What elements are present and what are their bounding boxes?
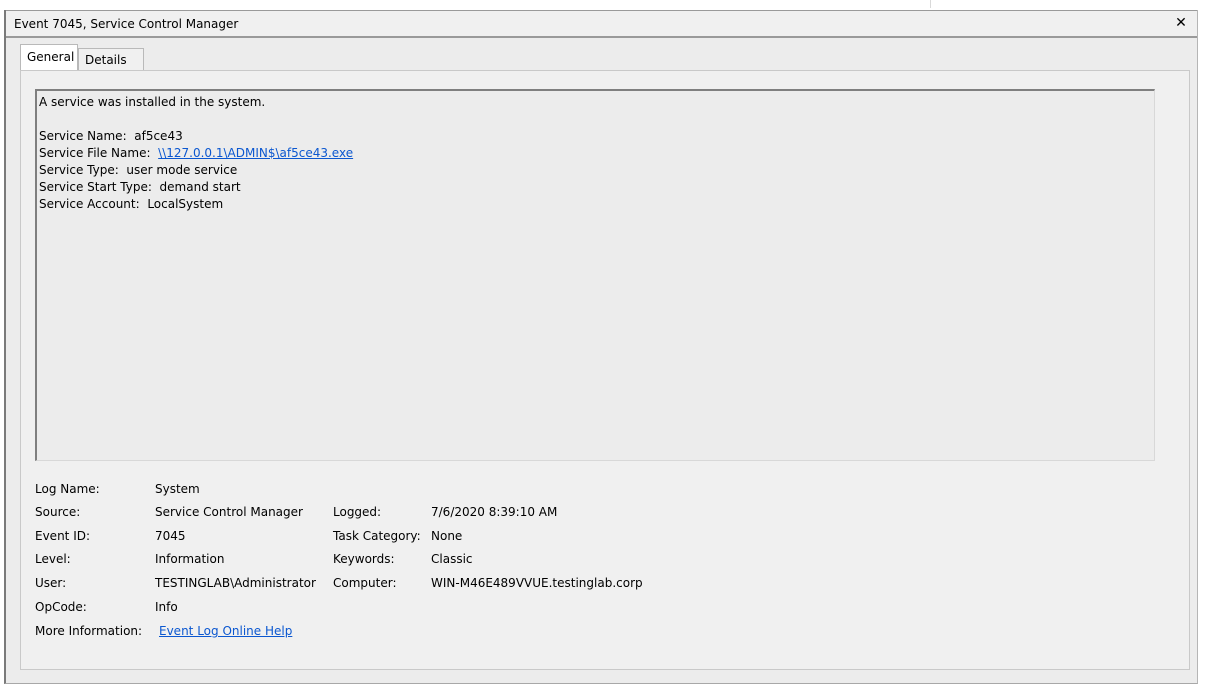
user-value: TESTINGLAB\Administrator	[155, 576, 316, 590]
event-id-value: 7045	[155, 529, 186, 543]
event-properties-window: Event 7045, Service Control Manager ✕ Ge…	[4, 10, 1198, 684]
tab-details[interactable]: Details	[78, 48, 144, 70]
top-strip	[0, 0, 1210, 10]
computer-value: WIN-M46E489VVUE.testinglab.corp	[431, 576, 643, 590]
service-type-label: Service Type:	[39, 163, 119, 177]
event-description-box[interactable]: A service was installed in the system. S…	[35, 89, 1155, 461]
event-id-label: Event ID:	[35, 529, 91, 543]
window-title: Event 7045, Service Control Manager	[14, 17, 239, 31]
logged-value: 7/6/2020 8:39:10 AM	[431, 505, 558, 519]
service-account-line: Service Account: LocalSystem	[39, 196, 1152, 213]
service-type-line: Service Type: user mode service	[39, 162, 1152, 179]
service-start-type-line: Service Start Type: demand start	[39, 179, 1152, 196]
level-label: Level:	[35, 552, 71, 566]
service-file-name-label: Service File Name:	[39, 146, 151, 160]
keywords-label: Keywords:	[333, 552, 395, 566]
opcode-label: OpCode:	[35, 600, 87, 614]
event-log-online-help-link[interactable]: Event Log Online Help	[159, 621, 292, 641]
task-category-value: None	[431, 529, 463, 543]
service-file-name-link[interactable]: \\127.0.0.1\ADMIN$\af5ce43.exe	[158, 146, 353, 160]
description-summary: A service was installed in the system.	[39, 95, 266, 109]
service-name-label: Service Name:	[39, 129, 127, 143]
user-label: User:	[35, 576, 67, 590]
service-account-label: Service Account:	[39, 197, 140, 211]
source-value: Service Control Manager	[155, 505, 303, 519]
computer-label: Computer:	[333, 576, 397, 590]
opcode-value: Info	[155, 600, 178, 614]
keywords-value: Classic	[431, 552, 473, 566]
service-name-value: af5ce43	[134, 129, 183, 143]
service-file-name-line: Service File Name: \\127.0.0.1\ADMIN$\af…	[39, 145, 1152, 162]
service-start-type-value: demand start	[159, 180, 241, 194]
log-name-value: System	[155, 482, 200, 496]
more-information-label: More Information:	[35, 624, 143, 638]
service-type-value: user mode service	[126, 163, 238, 177]
title-bar: Event 7045, Service Control Manager ✕	[6, 10, 1197, 38]
log-name-label: Log Name:	[35, 482, 100, 496]
divider	[930, 0, 931, 8]
service-start-type-label: Service Start Type:	[39, 180, 152, 194]
close-icon[interactable]: ✕	[1173, 15, 1189, 31]
service-account-value: LocalSystem	[147, 197, 224, 211]
task-category-label: Task Category:	[333, 529, 421, 543]
logged-label: Logged:	[333, 505, 382, 519]
general-tab-panel: A service was installed in the system. S…	[20, 70, 1190, 670]
service-name-line: Service Name: af5ce43	[39, 128, 1152, 145]
tab-general[interactable]: General	[20, 44, 78, 70]
level-value: Information	[155, 552, 225, 566]
source-label: Source:	[35, 505, 81, 519]
